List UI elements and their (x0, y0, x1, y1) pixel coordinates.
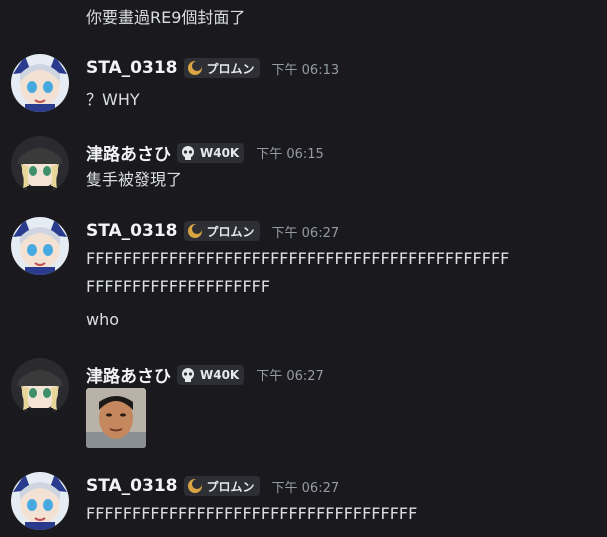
username[interactable]: 津路あさひ (86, 362, 171, 387)
avatar-asahi[interactable] (11, 358, 69, 416)
message-text: FFFFFFFFFFFFFFFFFFFFFFFFFFFFFFFFFFFFFFFF… (86, 249, 510, 268)
username[interactable]: 津路あさひ (86, 140, 171, 165)
timestamp[interactable]: 下午 06:27 (256, 365, 324, 384)
message-text: FFFFFFFFFFFFFFFFFFFF (86, 277, 271, 296)
message-text: FFFFFFFFFFFFFFFFFFFFFFFFFFFFFFFFFFFF (86, 504, 418, 523)
server-tag[interactable]: プロムン (183, 476, 260, 496)
tag-label: プロムン (206, 61, 255, 76)
moon-icon (187, 61, 202, 75)
username[interactable]: STA_0318 (86, 476, 178, 496)
avatar-sta[interactable] (11, 217, 69, 275)
skull-icon (182, 367, 194, 382)
message-text: 你要畫過RE9個封面了 (86, 8, 246, 27)
moon-icon (187, 224, 202, 238)
tag-label: プロムン (206, 479, 255, 494)
timestamp[interactable]: 下午 06:27 (272, 477, 340, 496)
avatar-asahi[interactable] (11, 136, 69, 194)
image-attachment[interactable] (86, 388, 146, 448)
server-tag[interactable]: プロムン (183, 58, 260, 78)
tag-label: W40K (200, 367, 240, 382)
username[interactable]: STA_0318 (86, 58, 178, 78)
server-tag[interactable]: W40K (177, 364, 245, 385)
moon-icon (187, 479, 202, 493)
server-tag[interactable]: プロムン (183, 221, 260, 241)
username[interactable]: STA_0318 (86, 221, 178, 241)
avatar-sta[interactable] (11, 54, 69, 112)
timestamp[interactable]: 下午 06:13 (272, 59, 340, 78)
tag-label: プロムン (206, 224, 255, 239)
server-tag[interactable]: W40K (177, 142, 245, 163)
message-text: ？WHY (86, 90, 140, 109)
skull-icon (182, 145, 194, 160)
message-text: 隻手被發現了 (86, 170, 183, 189)
tag-label: W40K (200, 145, 240, 160)
timestamp[interactable]: 下午 06:15 (256, 143, 324, 162)
avatar-sta[interactable] (11, 472, 69, 530)
timestamp[interactable]: 下午 06:27 (272, 222, 340, 241)
message-text: who (86, 310, 120, 329)
